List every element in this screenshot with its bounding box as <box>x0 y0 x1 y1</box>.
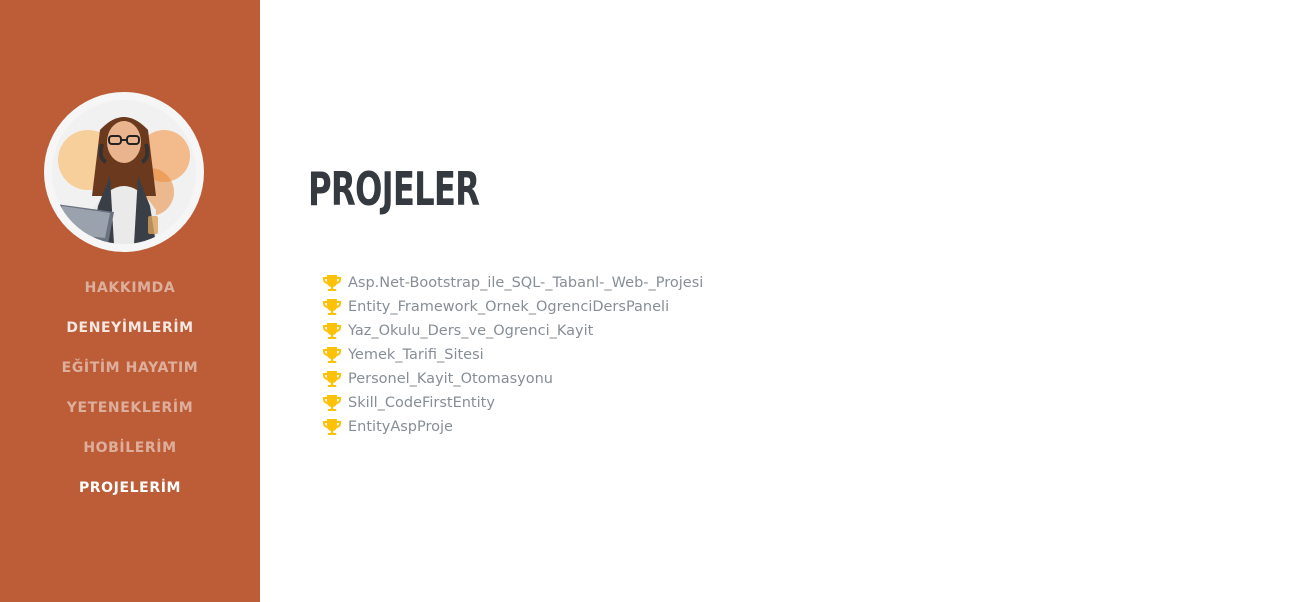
sidebar-item-projelerim[interactable]: PROJELERİM <box>0 470 260 510</box>
project-item[interactable]: Skill_CodeFirstEntity <box>322 391 703 415</box>
project-label: EntityAspProje <box>348 419 453 435</box>
project-item[interactable]: Yaz_Okulu_Ders_ve_Ogrenci_Kayit <box>322 319 703 343</box>
project-label: Skill_CodeFirstEntity <box>348 395 495 411</box>
main-content: PROJELER Asp.Net-Bootstrap_ile_SQL-_Taba… <box>260 0 1297 602</box>
avatar[interactable] <box>44 92 204 252</box>
trophy-icon <box>323 371 341 387</box>
project-label: Asp.Net-Bootstrap_ile_SQL-_Tabanl-_Web-_… <box>348 275 704 291</box>
project-label: Yemek_Tarifi_Sitesi <box>348 347 484 363</box>
profile-photo <box>52 100 196 244</box>
sidebar: HAKKIMDA DENEYİMLERİM EĞİTİM HAYATIM YET… <box>0 0 260 602</box>
project-label: Yaz_Okulu_Ders_ve_Ogrenci_Kayit <box>348 323 594 339</box>
sidebar-item-hobilerim[interactable]: HOBİLERİM <box>0 430 260 470</box>
project-item[interactable]: Asp.Net-Bootstrap_ile_SQL-_Tabanl-_Web-_… <box>322 271 703 295</box>
sidebar-item-egitim-hayatim[interactable]: EĞİTİM HAYATIM <box>0 350 260 390</box>
sidebar-item-hakkimda[interactable]: HAKKIMDA <box>0 270 260 310</box>
project-list: Asp.Net-Bootstrap_ile_SQL-_Tabanl-_Web-_… <box>322 271 703 439</box>
trophy-icon <box>323 323 341 339</box>
project-item[interactable]: EntityAspProje <box>322 415 703 439</box>
project-label: Personel_Kayit_Otomasyonu <box>348 371 553 387</box>
sidebar-nav: HAKKIMDA DENEYİMLERİM EĞİTİM HAYATIM YET… <box>0 270 260 510</box>
project-label: Entity_Framework_Ornek_OgrenciDersPaneli <box>348 299 670 315</box>
project-item[interactable]: Yemek_Tarifi_Sitesi <box>322 343 703 367</box>
trophy-icon <box>323 419 341 435</box>
trophy-icon <box>323 347 341 363</box>
sidebar-item-deneyimlerim[interactable]: DENEYİMLERİM <box>0 310 260 350</box>
page-title: PROJELER <box>308 162 480 216</box>
sidebar-item-yeteneklerim[interactable]: YETENEKLERİM <box>0 390 260 430</box>
project-item[interactable]: Personel_Kayit_Otomasyonu <box>322 367 703 391</box>
project-item[interactable]: Entity_Framework_Ornek_OgrenciDersPaneli <box>322 295 703 319</box>
trophy-icon <box>323 275 341 291</box>
trophy-icon <box>323 299 341 315</box>
trophy-icon <box>323 395 341 411</box>
